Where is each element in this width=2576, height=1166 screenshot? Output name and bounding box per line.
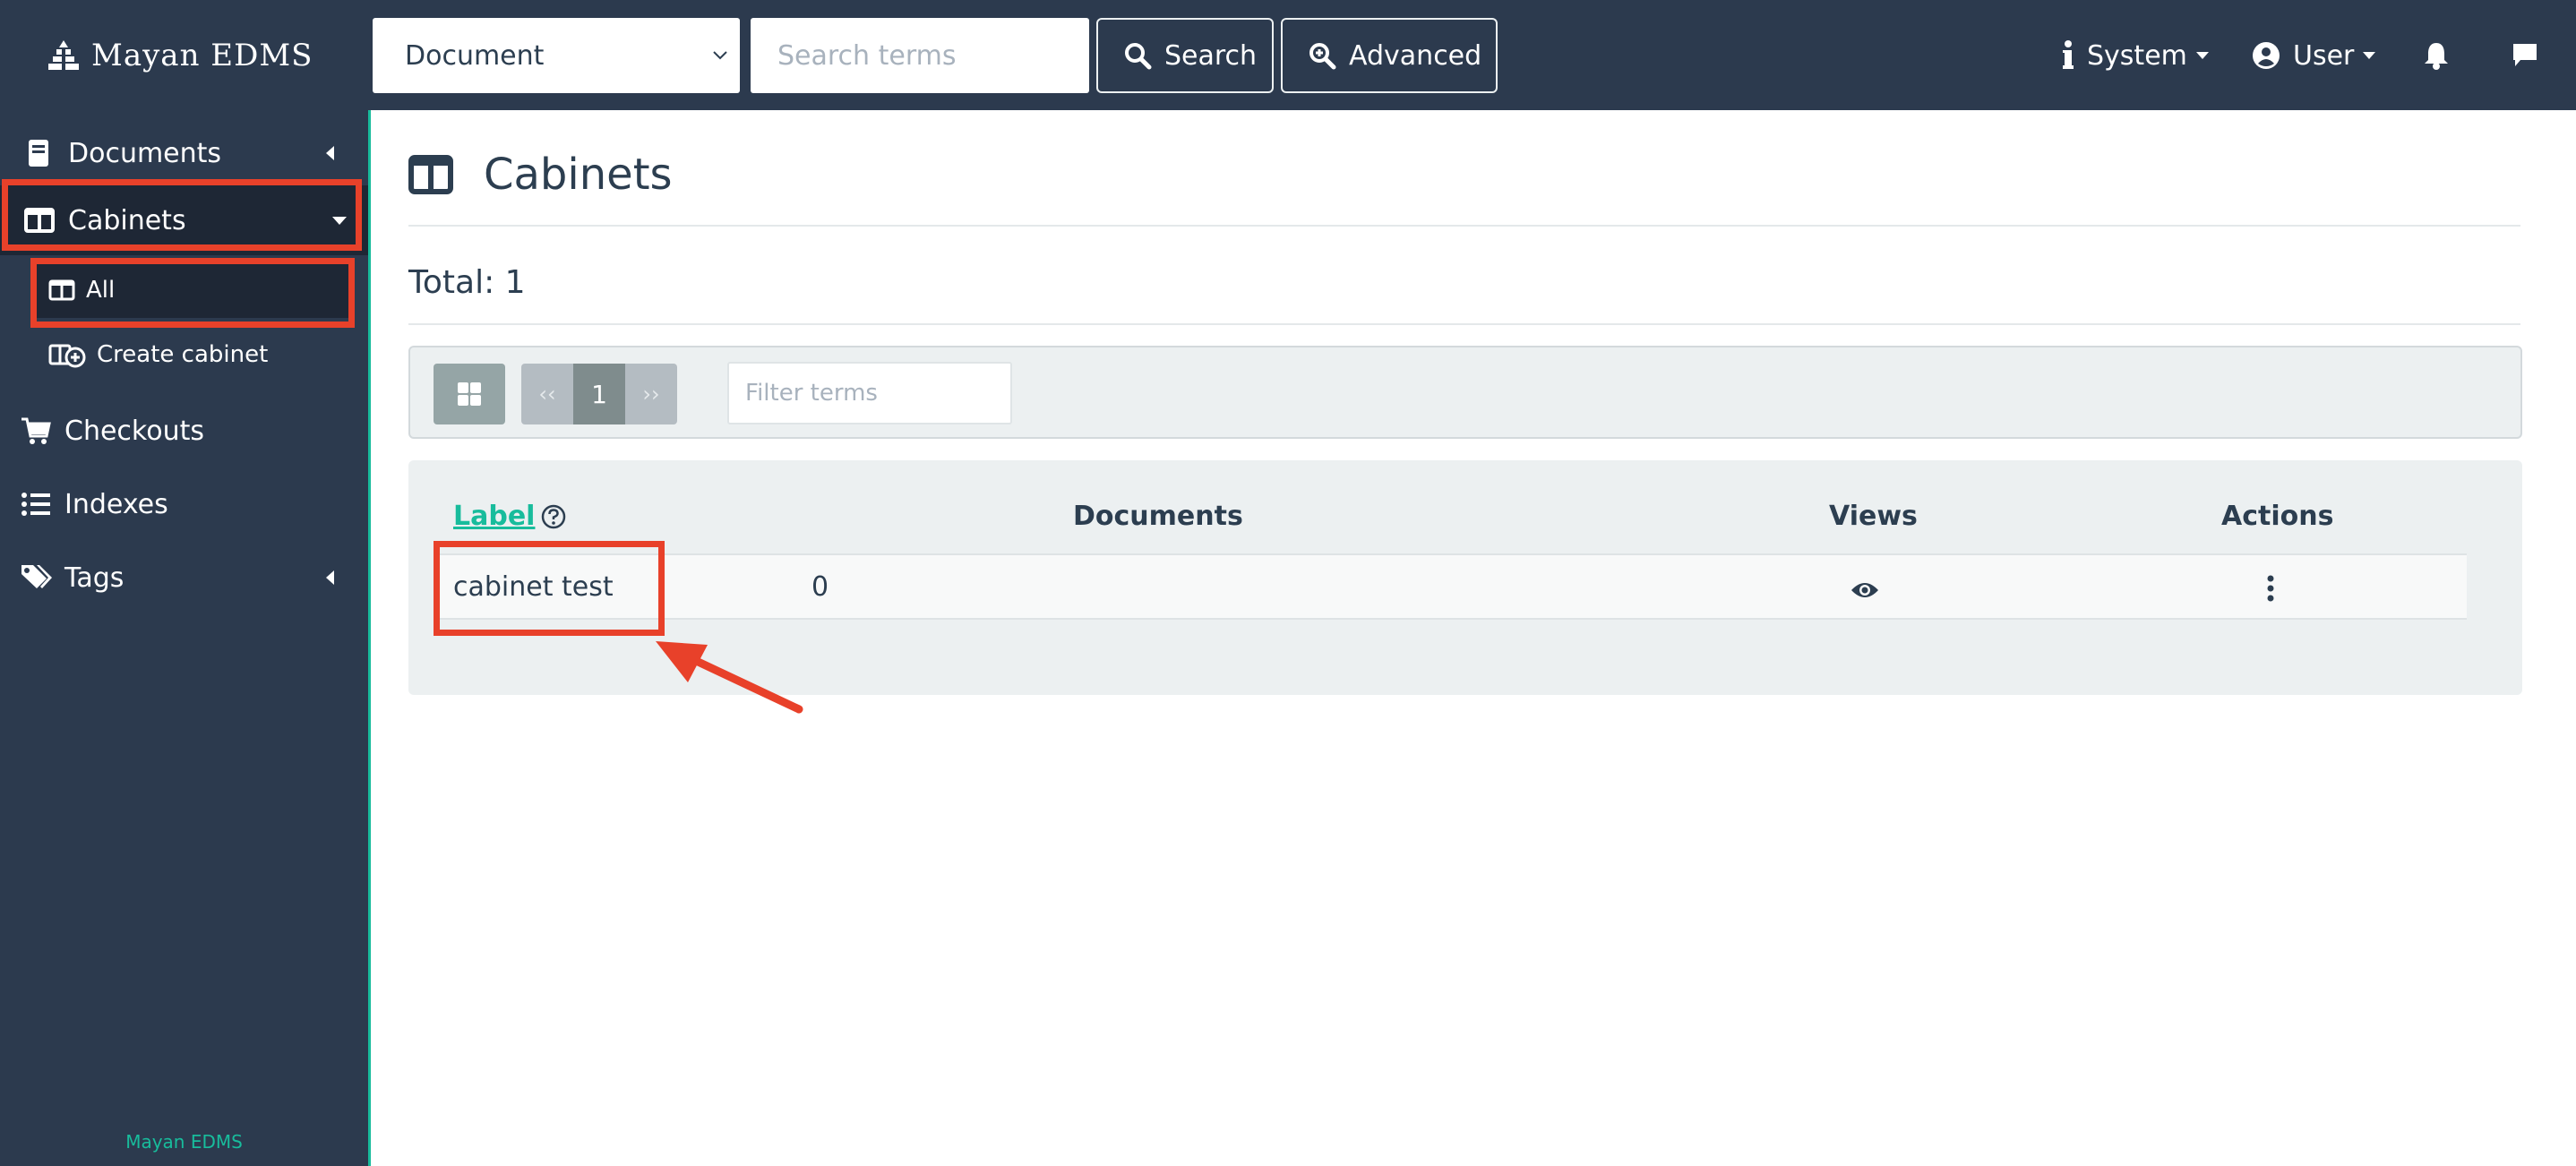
tags-icon bbox=[21, 565, 52, 588]
shopping-cart-icon bbox=[21, 417, 51, 444]
search-button-label: Search bbox=[1164, 39, 1258, 72]
highlight-box bbox=[2, 179, 362, 251]
column-header-documents: Documents bbox=[1073, 501, 1243, 532]
help-circle-icon[interactable] bbox=[540, 503, 567, 530]
user-menu[interactable]: User bbox=[2252, 36, 2376, 75]
user-circle-icon bbox=[2253, 42, 2280, 69]
divider bbox=[408, 323, 2520, 325]
sidebar-footer: Mayan EDMS bbox=[125, 1131, 243, 1153]
divider bbox=[408, 225, 2520, 227]
pagination: ‹‹ 1 ›› bbox=[521, 364, 677, 424]
page-title-text: Cabinets bbox=[484, 150, 673, 200]
sidebar-subitem-create-cabinet[interactable]: Create cabinet bbox=[48, 334, 268, 375]
search-scope-select[interactable]: Document bbox=[373, 18, 740, 93]
column-header-text: Label bbox=[453, 501, 536, 532]
columns-icon bbox=[408, 155, 453, 194]
highlight-box bbox=[30, 258, 355, 328]
page-title: Cabinets bbox=[408, 150, 673, 200]
top-navbar: Mayan EDMS Document Search Advanced Syst… bbox=[0, 0, 2576, 110]
column-header-label[interactable]: Label bbox=[453, 501, 567, 532]
filter-input[interactable] bbox=[727, 362, 1012, 424]
search-input[interactable] bbox=[751, 18, 1089, 93]
sidebar-item-documents[interactable]: Documents bbox=[0, 123, 368, 184]
ellipsis-vertical-icon bbox=[2267, 575, 2274, 602]
view-button[interactable] bbox=[1850, 577, 1879, 608]
list-toolbar: ‹‹ 1 ›› bbox=[408, 346, 2522, 439]
notifications-button[interactable] bbox=[2424, 36, 2449, 75]
sidebar-item-indexes[interactable]: Indexes bbox=[0, 472, 368, 536]
highlight-box bbox=[434, 541, 665, 636]
sidebar-item-label: Checkouts bbox=[64, 415, 204, 447]
zoom-in-icon bbox=[1309, 43, 1336, 70]
eye-icon bbox=[1851, 583, 1878, 597]
brand[interactable]: Mayan EDMS bbox=[45, 34, 313, 77]
sidebar-item-label: Tags bbox=[64, 562, 125, 594]
brand-name: Mayan EDMS bbox=[91, 38, 313, 73]
table-row: cabinet test 0 bbox=[435, 553, 2467, 620]
actions-menu-button[interactable] bbox=[2266, 575, 2275, 609]
info-icon bbox=[2063, 40, 2074, 69]
user-menu-label: User bbox=[2293, 39, 2355, 72]
sidebar-item-label: Documents bbox=[68, 137, 222, 169]
select-all-button[interactable] bbox=[434, 364, 505, 424]
book-icon bbox=[29, 140, 48, 167]
chevron-down-icon bbox=[713, 51, 727, 60]
caret-down-icon bbox=[2363, 52, 2376, 59]
system-menu[interactable]: System bbox=[2062, 36, 2209, 75]
sidebar-item-label: Indexes bbox=[64, 488, 168, 520]
pagination-current[interactable]: 1 bbox=[573, 364, 625, 424]
pagination-next[interactable]: ›› bbox=[625, 364, 677, 424]
document-count: 0 bbox=[811, 571, 829, 603]
cabinet-add-icon bbox=[48, 344, 86, 368]
sidebar-subitem-label: Create cabinet bbox=[97, 341, 269, 368]
chevron-left-icon bbox=[326, 570, 334, 585]
search-icon bbox=[1125, 43, 1152, 70]
pyramid-logo-icon bbox=[48, 40, 79, 70]
advanced-button-label: Advanced bbox=[1349, 39, 1482, 72]
bell-icon bbox=[2425, 43, 2448, 70]
advanced-search-button[interactable]: Advanced bbox=[1281, 18, 1498, 93]
system-menu-label: System bbox=[2087, 39, 2187, 72]
column-header-actions: Actions bbox=[2221, 501, 2334, 532]
pagination-prev[interactable]: ‹‹ bbox=[521, 364, 573, 424]
search-scope-value: Document bbox=[405, 39, 545, 72]
grid-icon bbox=[458, 382, 481, 406]
annotation-arrow-icon bbox=[656, 641, 803, 714]
messages-button[interactable] bbox=[2512, 36, 2538, 75]
caret-down-icon bbox=[2195, 52, 2209, 59]
search-button[interactable]: Search bbox=[1096, 18, 1274, 93]
sidebar-item-tags[interactable]: Tags bbox=[0, 545, 368, 610]
list-icon bbox=[21, 493, 50, 516]
chevron-left-icon bbox=[326, 146, 334, 160]
message-icon bbox=[2513, 44, 2537, 66]
total-count: Total: 1 bbox=[408, 264, 526, 301]
column-header-views: Views bbox=[1829, 501, 1918, 532]
sidebar-item-checkouts[interactable]: Checkouts bbox=[0, 399, 368, 463]
